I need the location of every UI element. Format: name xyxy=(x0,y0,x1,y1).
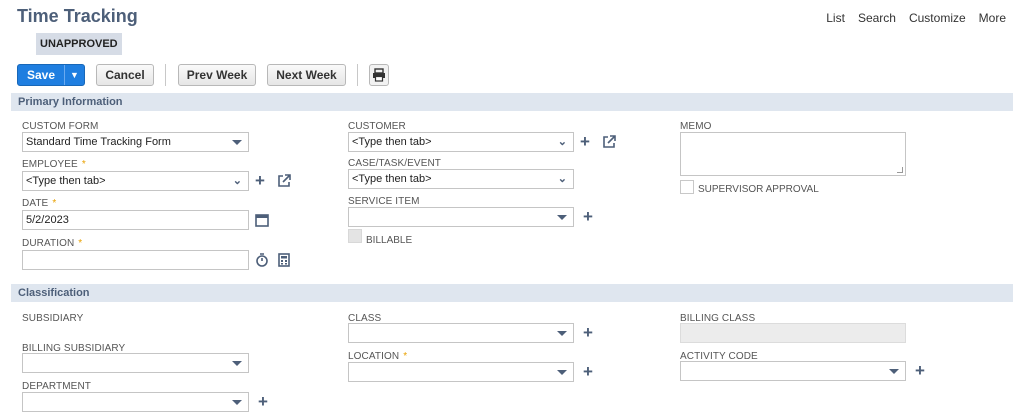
duration-label-text: DURATION xyxy=(22,238,75,249)
date-label-text: DATE xyxy=(22,198,49,209)
location-label-text: LOCATION xyxy=(348,351,400,362)
employee-value: <Type then tab> xyxy=(26,175,106,187)
duration-input[interactable] xyxy=(22,250,249,270)
required-marker: * xyxy=(52,198,57,209)
case-task-event-value: <Type then tab> xyxy=(352,173,432,185)
class-select[interactable] xyxy=(348,323,574,343)
resize-grip-icon[interactable] xyxy=(897,167,903,173)
memo-textarea[interactable] xyxy=(680,132,906,176)
employee-field[interactable]: <Type then tab> ⌄ xyxy=(22,171,249,191)
primary-information-header[interactable]: Primary Information xyxy=(11,93,1013,111)
chevron-down-icon xyxy=(557,370,567,375)
open-employee-external-link-icon[interactable] xyxy=(277,174,291,188)
more-link[interactable]: More xyxy=(979,11,1006,25)
print-button[interactable] xyxy=(369,64,389,86)
calendar-icon[interactable] xyxy=(255,213,269,227)
cancel-button[interactable]: Cancel xyxy=(96,64,154,86)
duration-label: DURATION * xyxy=(22,238,82,249)
save-options-chevron-down-icon[interactable]: ▼ xyxy=(64,65,84,85)
subsidiary-label: SUBSIDIARY xyxy=(22,313,84,324)
customize-link[interactable]: Customize xyxy=(909,11,966,25)
employee-label: EMPLOYEE * xyxy=(22,159,86,170)
status-badge: UNAPPROVED xyxy=(36,33,122,55)
open-customer-external-link-icon[interactable] xyxy=(602,135,616,149)
top-links: List Search Customize More xyxy=(826,11,1006,25)
classification-header[interactable]: Classification xyxy=(11,284,1013,302)
double-chevron-down-icon[interactable]: ⌄ xyxy=(233,174,242,188)
service-item-select[interactable] xyxy=(348,207,574,227)
customer-label: CUSTOMER xyxy=(348,121,406,132)
chevron-down-icon xyxy=(557,215,567,220)
supervisor-approval-checkbox[interactable] xyxy=(680,180,694,194)
department-label: DEPARTMENT xyxy=(22,381,91,392)
billing-subsidiary-select[interactable] xyxy=(22,353,249,373)
chevron-down-icon xyxy=(889,369,899,374)
add-department-plus-icon[interactable]: + xyxy=(258,393,268,410)
toolbar-divider xyxy=(357,64,358,86)
search-link[interactable]: Search xyxy=(858,11,896,25)
billable-checkbox[interactable] xyxy=(348,229,362,243)
toolbar-divider xyxy=(165,64,166,86)
required-marker: * xyxy=(81,159,86,170)
activity-code-select[interactable] xyxy=(680,361,906,381)
list-link[interactable]: List xyxy=(826,11,845,25)
add-class-plus-icon[interactable]: + xyxy=(583,324,593,341)
required-marker: * xyxy=(403,351,408,362)
chevron-down-icon xyxy=(232,361,242,366)
add-service-item-plus-icon[interactable]: + xyxy=(583,208,593,225)
date-label: DATE * xyxy=(22,198,56,209)
memo-label: MEMO xyxy=(680,121,712,132)
add-location-plus-icon[interactable]: + xyxy=(583,363,593,380)
location-label: LOCATION * xyxy=(348,351,407,362)
case-task-event-label: CASE/TASK/EVENT xyxy=(348,158,442,169)
department-select[interactable] xyxy=(22,392,249,412)
stopwatch-icon[interactable] xyxy=(255,253,269,267)
add-activity-code-plus-icon[interactable]: + xyxy=(915,362,925,379)
printer-icon xyxy=(373,68,385,82)
date-input[interactable]: 5/2/2023 xyxy=(22,210,249,230)
chevron-down-icon xyxy=(232,400,242,405)
chevron-down-icon xyxy=(232,140,242,145)
save-button-label: Save xyxy=(26,68,56,82)
billing-class-field xyxy=(680,323,906,343)
service-item-label: SERVICE ITEM xyxy=(348,196,420,207)
supervisor-approval-label: SUPERVISOR APPROVAL xyxy=(698,184,819,195)
custom-form-select[interactable]: Standard Time Tracking Form xyxy=(22,132,249,152)
next-week-button[interactable]: Next Week xyxy=(267,64,346,86)
double-chevron-down-icon[interactable]: ⌄ xyxy=(558,135,567,149)
calculator-icon[interactable] xyxy=(277,253,291,267)
page-title: Time Tracking xyxy=(17,6,138,26)
add-employee-plus-icon[interactable]: + xyxy=(255,172,265,189)
custom-form-label: CUSTOM FORM xyxy=(22,121,99,132)
employee-label-text: EMPLOYEE xyxy=(22,159,78,170)
location-select[interactable] xyxy=(348,362,574,382)
save-button[interactable]: Save ▼ xyxy=(17,64,85,86)
chevron-down-icon xyxy=(557,331,567,336)
billable-label: BILLABLE xyxy=(366,235,413,246)
prev-week-button[interactable]: Prev Week xyxy=(178,64,256,86)
custom-form-value: Standard Time Tracking Form xyxy=(26,136,171,148)
add-customer-plus-icon[interactable]: + xyxy=(580,133,590,150)
required-marker: * xyxy=(78,238,83,249)
case-task-event-field[interactable]: <Type then tab> ⌄ xyxy=(348,169,574,189)
customer-field[interactable]: <Type then tab> ⌄ xyxy=(348,132,574,152)
double-chevron-down-icon[interactable]: ⌄ xyxy=(558,172,567,186)
customer-value: <Type then tab> xyxy=(352,136,432,148)
